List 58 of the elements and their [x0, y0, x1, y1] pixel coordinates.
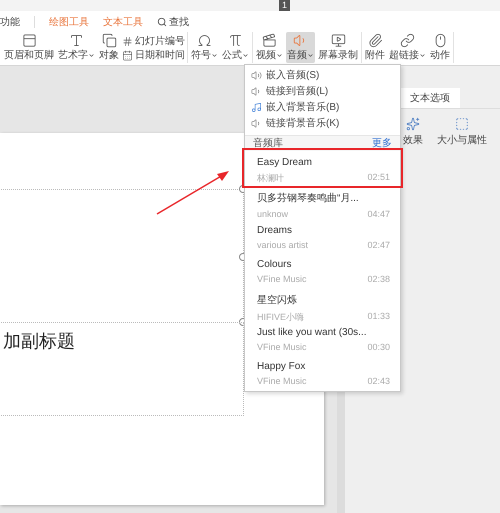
ribbon-button[interactable]: 对象	[98, 32, 120, 63]
subtitle-text: 加副标题	[3, 330, 75, 353]
link-icon	[400, 33, 415, 48]
panel-tool-button[interactable]: 大小与属性	[437, 117, 487, 147]
ribbon-button[interactable]: 符号	[190, 32, 219, 63]
song-item[interactable]: Colours VFine Music 02:38	[245, 253, 400, 287]
song-item[interactable]: Easy Dream 林澜叶 02:51	[245, 151, 400, 185]
ribbon-button[interactable]: 动作	[429, 32, 451, 63]
ribbon-button[interactable]: 页眉和页脚	[3, 32, 55, 63]
pi-icon	[228, 33, 243, 48]
page-badge: 1	[279, 0, 290, 11]
panel-tab[interactable]: 文本选项	[400, 88, 460, 108]
song-item[interactable]: 贝多芬钢琴奏鸣曲“月... unknow 04:47	[245, 185, 400, 219]
speaker-icon	[251, 86, 262, 96]
music-note-icon	[251, 102, 262, 112]
caret-icon	[242, 52, 249, 58]
calendar-icon	[122, 50, 133, 60]
ribbon-button[interactable]: 日期和时间	[122, 48, 185, 62]
section-title: 音频库	[253, 138, 283, 149]
panel-tool-button[interactable]: 效果	[403, 117, 423, 147]
paperclip-icon	[368, 33, 382, 48]
ribbon-button[interactable]: 艺术字	[57, 32, 96, 63]
more-link[interactable]: 更多	[372, 138, 392, 149]
mouse-icon	[432, 33, 448, 48]
song-item[interactable]: 星空闪烁 HIFIVE小嗨 01:33	[245, 287, 400, 321]
search-icon	[157, 16, 167, 26]
ribbon-button[interactable]: 屏幕录制	[317, 32, 359, 63]
sparkle-icon	[406, 117, 420, 131]
caret-icon	[419, 52, 426, 58]
ribbon-button[interactable]: 公式	[221, 32, 250, 63]
hash-icon	[122, 36, 133, 46]
omega-icon	[197, 33, 212, 48]
menu-item[interactable]: 链接背景音乐(K)	[245, 115, 400, 131]
ribbon-button[interactable]: 音频	[286, 32, 315, 63]
letter-icon	[69, 33, 84, 48]
film-icon	[262, 33, 277, 48]
header-footer-icon	[22, 33, 36, 48]
menu-item[interactable]: 嵌入音频(S)	[245, 67, 400, 83]
ribbon-button[interactable]: 幻灯片编号	[122, 34, 185, 48]
song-item[interactable]: Happy Fox VFine Music 02:43	[245, 355, 400, 389]
search-button[interactable]: 查找	[157, 14, 189, 28]
speaker-icon	[251, 118, 262, 128]
caret-icon	[307, 52, 314, 58]
ribbon-button[interactable]: 视频	[255, 32, 284, 63]
song-item[interactable]: Dreams various artist 02:47	[245, 219, 400, 253]
menu-item[interactable]: 链接到音频(L)	[245, 83, 400, 99]
menu-item[interactable]: 嵌入背景音乐(B)	[245, 99, 400, 115]
dashed-square-icon	[455, 117, 469, 131]
speaker-icon	[251, 70, 262, 80]
monitor-icon	[330, 33, 346, 48]
ribbon-button[interactable]: 超链接	[388, 32, 427, 63]
overlapping-squares-icon	[102, 33, 116, 48]
caret-icon	[88, 52, 95, 58]
ribbon-tab[interactable]: 功能	[0, 14, 20, 28]
caret-icon	[276, 52, 283, 58]
song-item[interactable]: Just like you want (30s... VFine Music 00:30	[245, 321, 400, 355]
ribbon-button[interactable]: 附件	[364, 32, 386, 63]
caret-icon	[211, 52, 218, 58]
